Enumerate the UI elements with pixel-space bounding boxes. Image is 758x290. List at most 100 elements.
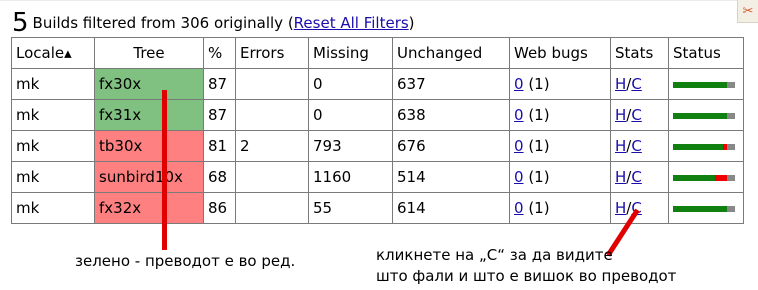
column-header-errors[interactable]: Errors xyxy=(235,37,309,69)
build-count: 5 xyxy=(12,8,29,38)
column-header-stats[interactable]: Stats xyxy=(610,37,669,69)
table-row: mk tb30x 81 2 793 676 0 (1) H/C xyxy=(11,130,744,162)
stats-h-link[interactable]: H xyxy=(615,168,626,186)
cell-percent: 68 xyxy=(203,161,236,193)
cell-locale: mk xyxy=(11,130,95,162)
status-segment-red xyxy=(715,174,727,181)
builds-table: Locale▴ Tree % Errors Missing Unchanged … xyxy=(11,37,744,224)
cell-stats: H/C xyxy=(610,68,669,100)
annotation-click-c-line1: кликнете на „С“ за да видите xyxy=(376,246,613,264)
cell-status xyxy=(668,130,744,162)
cell-percent: 87 xyxy=(203,99,236,131)
cell-web-bugs: 0 (1) xyxy=(509,99,611,131)
cell-stats: H/C xyxy=(610,99,669,131)
annotation-arrow-left xyxy=(162,90,167,250)
cell-stats: H/C xyxy=(610,161,669,193)
column-header-percent[interactable]: % xyxy=(203,37,236,69)
scissors-icon: ✂ xyxy=(742,3,754,19)
reset-filters-link[interactable]: Reset All Filters xyxy=(294,14,409,32)
cell-missing: 0 xyxy=(308,99,393,131)
cell-percent: 86 xyxy=(203,192,236,224)
cell-tree: sunbird10x xyxy=(94,161,204,193)
scissors-tool-button[interactable]: ✂ xyxy=(737,0,758,23)
cell-missing: 0 xyxy=(308,68,393,100)
top-rule xyxy=(0,0,758,1)
status-segment-gray xyxy=(726,205,735,212)
status-segment-gray xyxy=(726,143,735,150)
annotation-click-c-line2: што фали и што е вишок во преводот xyxy=(376,267,677,285)
web-bugs-extra: (1) xyxy=(523,199,550,217)
cell-locale: mk xyxy=(11,161,95,193)
stats-c-link[interactable]: C xyxy=(631,137,641,155)
cell-stats: H/C xyxy=(610,130,669,162)
status-bar xyxy=(673,174,735,181)
column-header-locale[interactable]: Locale▴ xyxy=(11,37,95,69)
filter-summary: 5 Builds filtered from 306 originally (Re… xyxy=(12,8,415,38)
cell-unchanged: 638 xyxy=(392,99,510,131)
cell-tree: fx32x xyxy=(94,192,204,224)
web-bugs-link[interactable]: 0 xyxy=(514,137,524,155)
status-segment-green xyxy=(673,112,727,119)
column-header-status[interactable]: Status xyxy=(668,37,744,69)
cell-errors xyxy=(235,99,309,131)
table-row: mk sunbird10x 68 1160 514 0 (1) H/C xyxy=(11,161,744,193)
cell-web-bugs: 0 (1) xyxy=(509,161,611,193)
status-bar xyxy=(673,205,735,212)
status-segment-green xyxy=(673,174,716,181)
status-bar xyxy=(673,112,735,119)
cell-status xyxy=(668,161,744,193)
web-bugs-extra: (1) xyxy=(523,168,550,186)
column-header-web-bugs[interactable]: Web bugs xyxy=(509,37,611,69)
cell-errors xyxy=(235,161,309,193)
web-bugs-link[interactable]: 0 xyxy=(514,199,524,217)
cell-locale: mk xyxy=(11,68,95,100)
stats-h-link[interactable]: H xyxy=(615,106,626,124)
web-bugs-extra: (1) xyxy=(523,137,550,155)
web-bugs-extra: (1) xyxy=(523,106,550,124)
cell-web-bugs: 0 (1) xyxy=(509,68,611,100)
status-segment-green xyxy=(673,143,724,150)
column-header-unchanged[interactable]: Unchanged xyxy=(392,37,510,69)
cell-tree: fx31x xyxy=(94,99,204,131)
web-bugs-link[interactable]: 0 xyxy=(514,106,524,124)
status-segment-gray xyxy=(726,81,735,88)
cell-stats: H/C xyxy=(610,192,669,224)
cell-errors xyxy=(235,192,309,224)
summary-text: Builds filtered from 306 originally ( xyxy=(32,14,294,32)
cell-missing: 1160 xyxy=(308,161,393,193)
cell-web-bugs: 0 (1) xyxy=(509,192,611,224)
status-segment-green xyxy=(673,205,727,212)
cell-unchanged: 614 xyxy=(392,192,510,224)
status-segment-gray xyxy=(726,112,735,119)
table-row: mk fx31x 87 0 638 0 (1) H/C xyxy=(11,99,744,131)
cell-missing: 55 xyxy=(308,192,393,224)
cell-unchanged: 676 xyxy=(392,130,510,162)
web-bugs-extra: (1) xyxy=(523,75,550,93)
column-header-missing[interactable]: Missing xyxy=(308,37,393,69)
table-header-row: Locale▴ Tree % Errors Missing Unchanged … xyxy=(11,37,744,69)
column-header-tree[interactable]: Tree xyxy=(94,37,204,69)
stats-c-link[interactable]: C xyxy=(631,168,641,186)
stats-h-link[interactable]: H xyxy=(615,75,626,93)
cell-errors: 2 xyxy=(235,130,309,162)
cell-unchanged: 637 xyxy=(392,68,510,100)
cell-errors xyxy=(235,68,309,100)
cell-locale: mk xyxy=(11,99,95,131)
cell-status xyxy=(668,99,744,131)
table-row: mk fx30x 87 0 637 0 (1) H/C xyxy=(11,68,744,100)
status-bar xyxy=(673,81,735,88)
annotation-green-ok: зелено - преводот е во ред. xyxy=(75,252,296,270)
cell-percent: 81 xyxy=(203,130,236,162)
stats-c-link[interactable]: C xyxy=(631,75,641,93)
stats-c-link[interactable]: C xyxy=(631,106,641,124)
web-bugs-link[interactable]: 0 xyxy=(514,75,524,93)
stats-h-link[interactable]: H xyxy=(615,137,626,155)
cell-web-bugs: 0 (1) xyxy=(509,130,611,162)
stats-h-link[interactable]: H xyxy=(615,199,626,217)
cell-percent: 87 xyxy=(203,68,236,100)
cell-unchanged: 514 xyxy=(392,161,510,193)
web-bugs-link[interactable]: 0 xyxy=(514,168,524,186)
cell-status xyxy=(668,68,744,100)
status-segment-green xyxy=(673,81,727,88)
status-segment-gray xyxy=(726,174,735,181)
